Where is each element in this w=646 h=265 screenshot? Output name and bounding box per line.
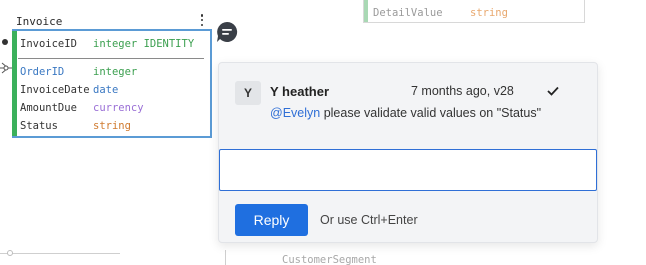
reply-button[interactable]: Reply bbox=[235, 204, 308, 236]
crows-foot-connector-icon bbox=[0, 62, 12, 74]
more-options-icon[interactable] bbox=[196, 13, 208, 27]
entity-title: Invoice bbox=[16, 15, 63, 28]
field-row-primary-key[interactable]: InvoiceID integer IDENTITY bbox=[20, 36, 194, 52]
comment-mention[interactable]: @Evelyn bbox=[270, 106, 320, 120]
field-name: InvoiceID bbox=[20, 38, 77, 50]
comment-author: Y heather bbox=[270, 84, 330, 99]
field-name: Status bbox=[20, 120, 58, 132]
field-row-orderid[interactable]: OrderID integer bbox=[20, 64, 137, 80]
relationship-dot bbox=[2, 39, 8, 45]
relationship-endpoint bbox=[7, 250, 13, 256]
field-row-status[interactable]: Status string bbox=[20, 118, 131, 134]
comment-item: Y Y heather 7 months ago, v28 @Evelyn pl… bbox=[219, 63, 597, 133]
relationship-line bbox=[0, 253, 120, 254]
field-type: string bbox=[470, 7, 508, 19]
invoice-entity[interactable]: InvoiceID integer IDENTITY OrderID integ… bbox=[12, 29, 212, 138]
detail-entity[interactable]: DetailValue string bbox=[363, 0, 585, 23]
field-type: string bbox=[93, 120, 131, 132]
field-name: AmountDue bbox=[20, 102, 77, 114]
comment-text: @Evelyn please validate valid values on … bbox=[270, 106, 541, 120]
entity-color-bar bbox=[12, 31, 17, 136]
field-row-invoicedate[interactable]: InvoiceDate date bbox=[20, 82, 118, 98]
entity-edge bbox=[225, 250, 226, 265]
field-type: date bbox=[93, 84, 119, 96]
field-name: InvoiceDate bbox=[20, 84, 90, 96]
comment-timestamp: 7 months ago, v28 bbox=[411, 84, 514, 98]
field-type: integer bbox=[93, 66, 138, 78]
field-row-amountdue[interactable]: AmountDue currency bbox=[20, 100, 144, 116]
field-row-detailvalue[interactable]: DetailValue string bbox=[373, 7, 508, 19]
segment-entity-title: CustomerSegment bbox=[282, 254, 377, 265]
comment-popup: Y Y heather 7 months ago, v28 @Evelyn pl… bbox=[218, 62, 598, 243]
field-type: integer IDENTITY bbox=[93, 38, 195, 50]
reply-shortcut-hint: Or use Ctrl+Enter bbox=[320, 213, 418, 227]
field-name: OrderID bbox=[20, 66, 65, 78]
checkmark-icon[interactable] bbox=[547, 86, 559, 96]
avatar: Y bbox=[235, 81, 261, 105]
primary-key-divider bbox=[18, 58, 204, 59]
field-type: currency bbox=[93, 102, 144, 114]
entity-color-bar bbox=[364, 0, 368, 22]
field-name: DetailValue bbox=[373, 7, 443, 19]
comment-message: please validate valid values on "Status" bbox=[320, 106, 542, 120]
comment-bubble-icon[interactable] bbox=[216, 21, 238, 43]
reply-input[interactable] bbox=[219, 149, 597, 191]
